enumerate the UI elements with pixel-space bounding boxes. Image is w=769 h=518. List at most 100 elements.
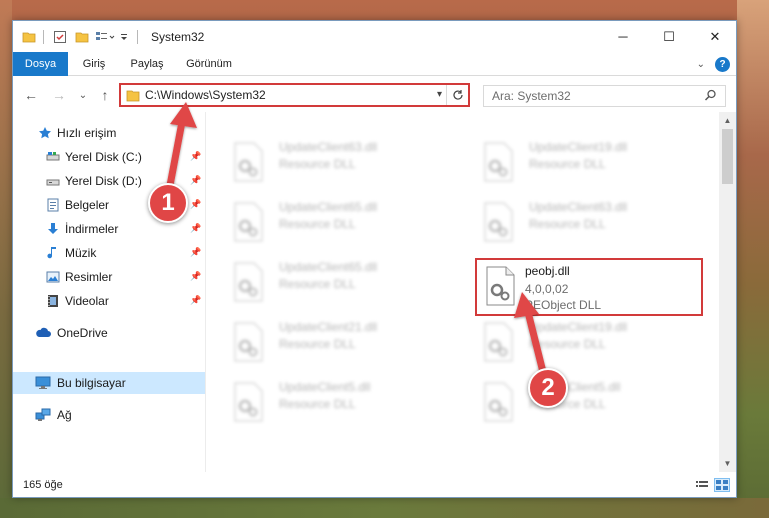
list-item[interactable]: UpdateClient19.dll Resource DLL (469, 312, 699, 368)
forward-button[interactable]: → (49, 85, 69, 105)
tab-share[interactable]: Paylaş (123, 52, 171, 76)
dll-file-icon (231, 142, 265, 182)
sidebar-item-videos[interactable]: Videolar 📌 (13, 290, 205, 312)
scroll-down-icon[interactable]: ▼ (719, 455, 736, 472)
scroll-up-icon[interactable]: ▲ (719, 112, 736, 129)
search-icon[interactable] (704, 89, 717, 105)
close-button[interactable]: ✕ (692, 21, 736, 52)
network-icon (35, 407, 51, 423)
sidebar-item-local-disk-c[interactable]: Yerel Disk (C:) 📌 (13, 146, 205, 168)
tab-file[interactable]: Dosya (13, 52, 68, 76)
file-name: UpdateClient5.dll (279, 380, 371, 394)
list-item[interactable]: UpdateClient65.dll Resource DLL (219, 192, 449, 248)
cloud-icon (35, 325, 51, 341)
dll-file-icon (231, 322, 265, 362)
vertical-scrollbar[interactable]: ▲ ▼ (719, 112, 736, 472)
recent-locations-button[interactable]: ⌄ (73, 85, 93, 105)
search-input[interactable]: Ara: System32 (492, 89, 571, 103)
pin-icon[interactable]: 📌 (190, 247, 201, 258)
callout-number-two: 2 (528, 368, 568, 408)
search-box[interactable]: Ara: System32 (483, 85, 726, 107)
pin-icon[interactable]: 📌 (190, 295, 201, 306)
sidebar-item-music[interactable]: Müzik 📌 (13, 242, 205, 264)
list-item[interactable]: UpdateClient21.dll Resource DLL (219, 312, 449, 368)
file-name: UpdateClient19.dll (529, 320, 628, 334)
dll-file-icon (231, 262, 265, 302)
sidebar-item-label: İndirmeler (65, 222, 119, 236)
highlighted-file-peobj[interactable]: peobj.dll 4,0,0,02 PEObject DLL (475, 258, 703, 316)
customize-toolbar-icon[interactable] (119, 29, 129, 45)
view-options-icon[interactable] (95, 29, 115, 45)
file-name: UpdateClient63.dll (279, 140, 378, 154)
sidebar-item-label: Yerel Disk (D:) (65, 174, 142, 188)
chevron-down-icon[interactable]: ▾ (437, 89, 442, 100)
title-separator (43, 30, 44, 44)
pin-icon[interactable]: 📌 (190, 271, 201, 282)
list-item[interactable]: UpdateClient5.dll Resource DLL (219, 372, 449, 428)
download-icon (45, 221, 61, 237)
minimize-button[interactable]: ─ (600, 21, 646, 52)
sidebar-item-label: Yerel Disk (C:) (65, 150, 142, 164)
refresh-icon (452, 90, 463, 100)
documents-icon (45, 197, 61, 213)
ribbon-right-controls: ⌄ ? (697, 52, 736, 76)
list-item[interactable]: UpdateClient19.dll Resource DLL (469, 132, 699, 188)
list-item[interactable]: UpdateClient5.dll Resource DLL (469, 372, 699, 428)
pin-icon[interactable]: 📌 (190, 151, 201, 162)
dll-file-icon (483, 266, 517, 306)
drive-icon (45, 149, 61, 165)
sidebar-item-quick-access[interactable]: Hızlı erişim (13, 122, 205, 144)
title-bar: System32 ─ ☐ ✕ (13, 21, 736, 52)
file-version: 4,0,0,02 (525, 282, 569, 296)
tab-home[interactable]: Giriş (75, 52, 113, 76)
pin-icon[interactable]: 📌 (190, 223, 201, 234)
sidebar-item-downloads[interactable]: İndirmeler 📌 (13, 218, 205, 240)
ribbon-tabs: Dosya Giriş Paylaş Görünüm ⌄ ? (13, 52, 736, 76)
sidebar-item-label: Videolar (65, 294, 109, 308)
sidebar-item-this-pc[interactable]: Bu bilgisayar (13, 372, 205, 394)
tab-view[interactable]: Görünüm (179, 52, 239, 76)
scrollbar-thumb[interactable] (722, 129, 733, 184)
address-path: C:\Windows\System32 (145, 88, 266, 102)
properties-icon[interactable] (53, 29, 67, 45)
dll-file-icon (231, 202, 265, 242)
pin-icon[interactable]: 📌 (190, 199, 201, 210)
sidebar-item-label: Resimler (65, 270, 113, 284)
file-type: PEObject DLL (525, 298, 602, 312)
dll-file-icon (481, 382, 515, 422)
list-item[interactable]: UpdateClient63.dll Resource DLL (219, 132, 449, 188)
file-name: UpdateClient65.dll (279, 200, 378, 214)
star-icon (37, 125, 53, 141)
computer-icon (35, 375, 51, 391)
dll-file-icon (481, 322, 515, 362)
file-name: UpdateClient63.dll (529, 200, 628, 214)
address-bar[interactable]: C:\Windows\System32 ▾ (119, 83, 470, 107)
list-item[interactable]: UpdateClient63.dll Resource DLL (469, 192, 699, 248)
file-name: UpdateClient65.dll (279, 260, 378, 274)
help-button[interactable]: ? (715, 56, 730, 72)
sidebar-item-pictures[interactable]: Resimler 📌 (13, 266, 205, 288)
sidebar-item-label: Hızlı erişim (57, 126, 117, 140)
tiles-view-icon[interactable] (714, 478, 730, 492)
new-folder-icon[interactable] (75, 29, 89, 45)
list-item[interactable]: UpdateClient65.dll Resource DLL (219, 252, 449, 308)
back-button[interactable]: ← (21, 85, 41, 105)
navigation-pane: Hızlı erişim Yerel Disk (C:) 📌 Yerel Dis… (13, 112, 205, 472)
desktop-background-bottom (0, 498, 769, 518)
pane-divider[interactable] (205, 112, 206, 472)
sidebar-item-onedrive[interactable]: OneDrive (13, 322, 205, 344)
file-name: peobj.dll (525, 264, 570, 278)
callout-number-one: 1 (148, 183, 188, 223)
maximize-button[interactable]: ☐ (646, 21, 692, 52)
music-icon (45, 245, 61, 261)
details-view-icon[interactable] (694, 478, 710, 492)
ribbon-expand-icon[interactable]: ⌄ (697, 59, 705, 70)
up-button[interactable]: ↑ (95, 85, 115, 105)
pin-icon[interactable]: 📌 (190, 175, 201, 186)
refresh-button[interactable] (446, 85, 468, 105)
sidebar-item-network[interactable]: Ağ (13, 404, 205, 426)
dll-file-icon (481, 202, 515, 242)
file-type: Resource DLL (279, 217, 356, 231)
pictures-icon (45, 269, 61, 285)
file-type: Resource DLL (529, 217, 606, 231)
